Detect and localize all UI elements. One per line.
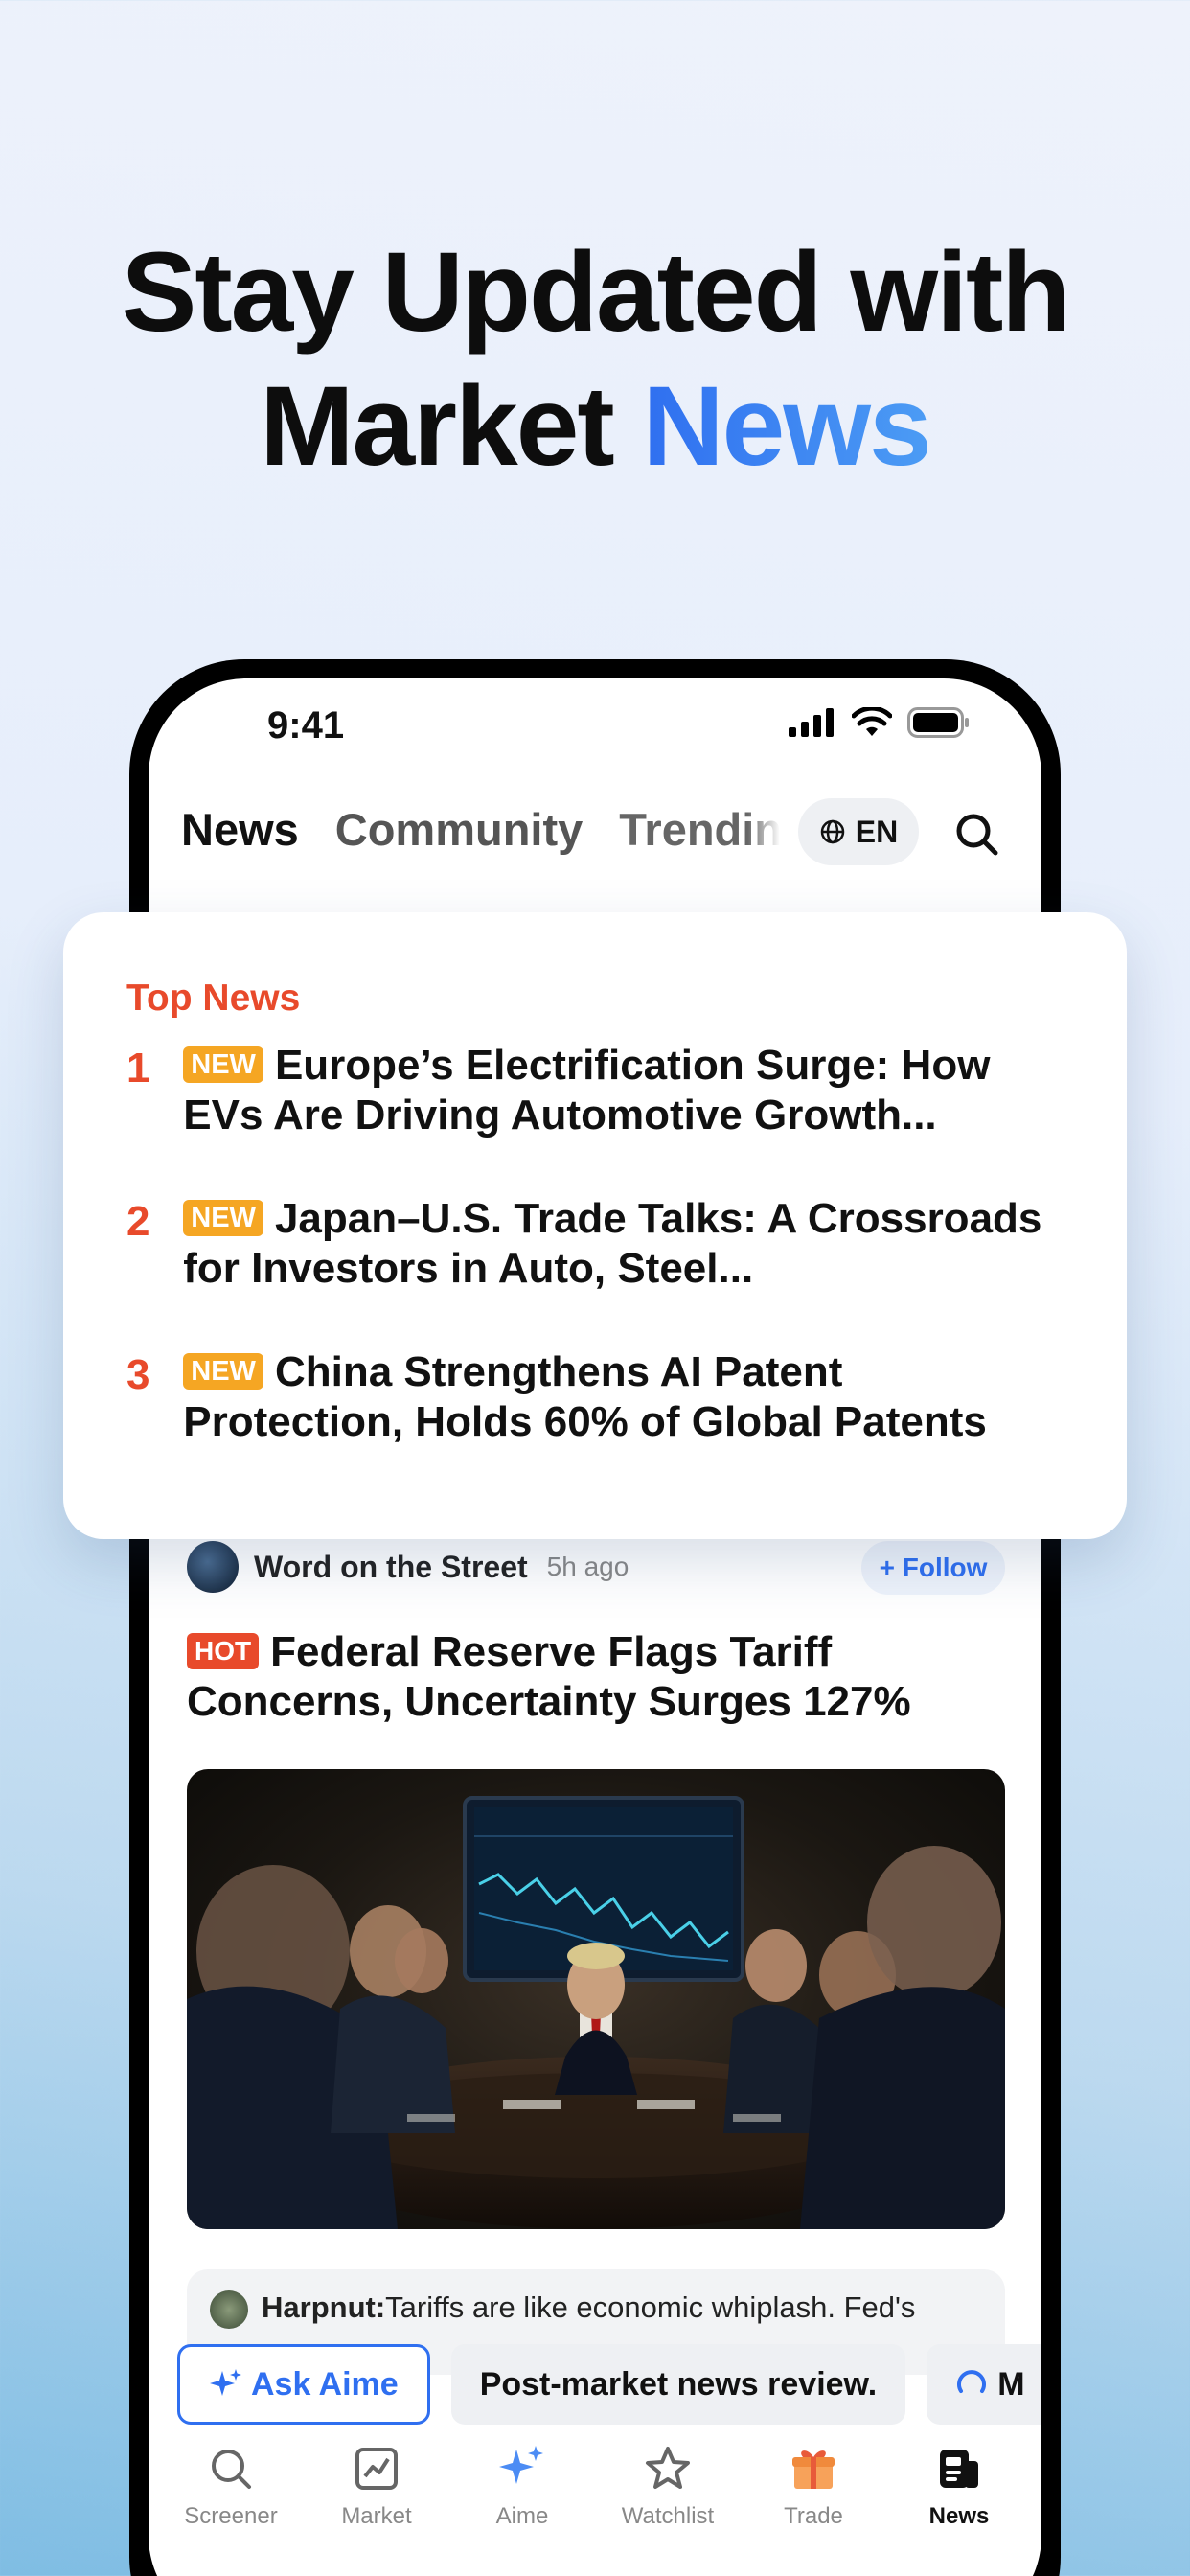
comment-text: Harpnut:Tariffs are like economic whipla… — [262, 2290, 915, 2325]
sparkle-icon — [499, 2446, 543, 2484]
tabbar-label: News — [928, 2503, 990, 2529]
tabbar-label: Watchlist — [621, 2503, 715, 2529]
top-news-card: Top News 1 NEW Europe’s Electrification S… — [63, 912, 1127, 1539]
top-news-text: Europe’s Electrification Surge: How EVs … — [183, 1042, 991, 1138]
news-icon — [940, 2450, 978, 2488]
post-title-text: Federal Reserve Flags Tariff Concerns, U… — [187, 1628, 911, 1725]
battery-icon — [907, 707, 969, 738]
top-news-item[interactable]: 1 NEW Europe’s Electrification Surge: How… — [126, 1041, 1064, 1140]
tabbar-trade[interactable]: Trade — [742, 2442, 885, 2530]
ask-aime-label: Ask Aime — [251, 2365, 399, 2403]
tabbar-label: Screener — [184, 2503, 278, 2529]
language-label: EN — [855, 814, 899, 849]
tab-community[interactable]: Community — [335, 803, 584, 856]
top-news-headline: NEW Japan–U.S. Trade Talks: A Crossroads … — [183, 1194, 1064, 1294]
comment-user: Harpnut: — [262, 2290, 386, 2324]
wifi-icon — [852, 707, 892, 736]
comment-body: Tariffs are like economic whiplash. Fed'… — [385, 2290, 916, 2324]
new-badge: NEW — [183, 1046, 263, 1083]
avatar — [187, 1541, 239, 1593]
top-news-text: China Strengthens AI Patent Protection, … — [183, 1348, 987, 1445]
headline-line-1: Stay Updated with — [121, 229, 1071, 356]
follow-button[interactable]: + Follow — [861, 1541, 1005, 1595]
suggestion-chips: Ask Aime Post-market news review. M — [177, 2344, 1041, 2425]
status-icons — [789, 707, 971, 738]
comment-avatar — [210, 2290, 248, 2329]
new-badge: NEW — [183, 1200, 263, 1236]
post-title[interactable]: HOT Federal Reserve Flags Tariff Concerns… — [187, 1627, 1011, 1727]
hot-badge: HOT — [187, 1633, 260, 1669]
sparkle-icon — [210, 2369, 241, 2396]
search-icon[interactable] — [953, 811, 999, 857]
search-icon — [212, 2450, 251, 2489]
tabbar-screener[interactable]: Screener — [159, 2442, 303, 2530]
tabbar-label: Trade — [784, 2503, 843, 2529]
tabbar-label: Aime — [495, 2503, 549, 2529]
gift-icon — [792, 2450, 835, 2489]
ask-aime-button[interactable]: Ask Aime — [177, 2344, 430, 2425]
author-name: Word on the Street — [254, 1549, 528, 1584]
tabbar-aime[interactable]: Aime — [450, 2442, 594, 2530]
globe-icon — [820, 819, 845, 844]
top-news-headline: NEW China Strengthens AI Patent Protectio… — [183, 1347, 1064, 1447]
post-image[interactable] — [187, 1769, 1005, 2229]
post-market-review-chip[interactable]: Post-market news review. — [450, 2344, 906, 2425]
status-time: 9:41 — [267, 704, 345, 747]
signal-icon — [789, 708, 834, 737]
top-news-item[interactable]: 3 NEW China Strengthens AI Patent Protect… — [126, 1347, 1064, 1447]
top-news-rank: 3 — [126, 1351, 150, 1398]
chart-icon — [355, 2448, 398, 2490]
new-badge: NEW — [183, 1353, 263, 1390]
star-icon — [646, 2447, 690, 2489]
tab-trending[interactable]: Trending — [619, 803, 780, 856]
language-button[interactable]: EN — [798, 798, 919, 865]
marketing-headline: Stay Updated with Market News — [0, 225, 1190, 494]
top-news-text: Japan–U.S. Trade Talks: A Crossroads for… — [183, 1195, 1042, 1292]
post-time: 5h ago — [546, 1552, 629, 1581]
top-news-title: Top News — [126, 978, 301, 1019]
top-news-headline: NEW Europe’s Electrification Surge: How E… — [183, 1041, 1064, 1140]
tabbar-news[interactable]: News — [887, 2442, 1031, 2530]
tabbar-label: Market — [341, 2503, 412, 2529]
top-news-item[interactable]: 2 NEW Japan–U.S. Trade Talks: A Crossroad… — [126, 1194, 1064, 1294]
bottom-tabbar: Screener Market Aime Watchlist Trade New… — [149, 2442, 1041, 2530]
top-news-rank: 2 — [126, 1198, 150, 1245]
headline-accent: News — [642, 363, 931, 490]
top-tabs: News Community Trending — [181, 803, 780, 856]
tabbar-watchlist[interactable]: Watchlist — [596, 2442, 740, 2530]
more-chip[interactable]: M — [927, 2344, 1041, 2425]
loading-icon — [957, 2370, 987, 2393]
tab-news[interactable]: News — [181, 803, 299, 856]
tabbar-market[interactable]: Market — [305, 2442, 448, 2530]
headline-line-2: Market News — [0, 359, 1190, 494]
top-news-rank: 1 — [126, 1045, 150, 1092]
post-author[interactable]: Word on the Street 5h ago — [187, 1541, 629, 1593]
meeting-photo-illustration — [187, 1796, 1005, 2229]
more-chip-label: M — [997, 2365, 1025, 2403]
headline-plain: Market — [260, 363, 643, 490]
